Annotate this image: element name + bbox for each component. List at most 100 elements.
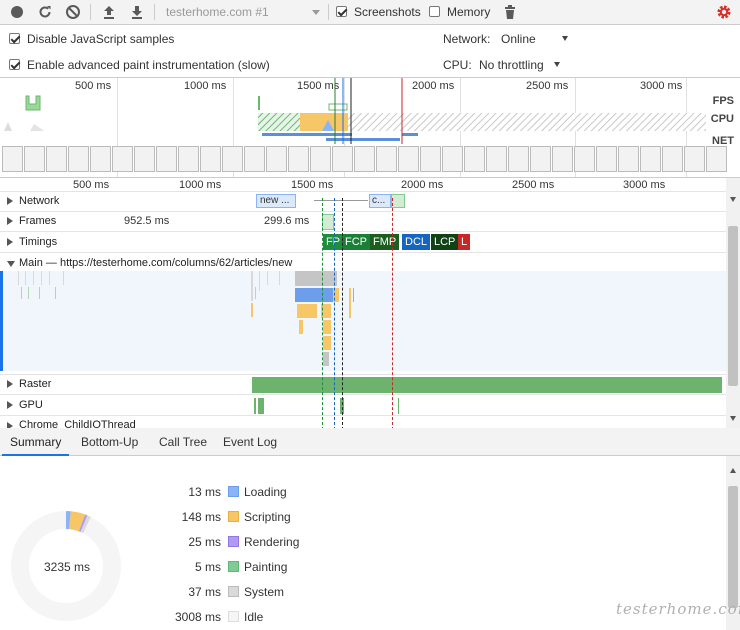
screenshot-thumbnail[interactable] [618,146,639,172]
screenshot-thumbnail[interactable] [178,146,199,172]
loading-label: Loading [244,485,287,499]
screenshot-thumbnail[interactable] [24,146,45,172]
recording-select[interactable]: testerhome.com #1 [162,3,326,21]
trash-icon[interactable] [502,4,518,20]
screenshots-checkbox[interactable] [336,6,347,17]
main-thread-track[interactable]: Main — https://testerhome.com/columns/62… [0,253,726,375]
screenshot-thumbnail[interactable] [442,146,463,172]
timings-track-label: Timings [19,236,58,248]
timings-track[interactable]: Timings FP FCP FMP DCL LCP L [0,232,726,253]
collapse-arrow-icon[interactable] [7,261,15,267]
screenshot-thumbnail[interactable] [2,146,23,172]
expand-arrow-icon[interactable] [7,401,13,409]
screenshot-thumbnail[interactable] [530,146,551,172]
timing-marker-load[interactable]: L [458,234,471,250]
screenshot-thumbnail[interactable] [662,146,683,172]
timing-marker-fcp[interactable]: FCP [342,234,370,250]
screenshot-thumbnail[interactable] [486,146,507,172]
screenshot-thumbnail[interactable] [574,146,595,172]
load-marker-line [392,198,393,428]
timing-marker-dcl[interactable]: DCL [402,234,431,250]
watermark: testerhome.com [616,600,740,618]
screenshot-thumbnail[interactable] [706,146,727,172]
screenshot-thumbnail[interactable] [640,146,661,172]
frames-track[interactable]: Frames 952.5 ms 299.6 ms [0,212,726,232]
screenshot-thumbnail[interactable] [46,146,67,172]
tab-call-tree[interactable]: Call Tree [151,428,215,456]
timeline-overview[interactable]: 500 ms 1000 ms 1500 ms 2000 ms 2500 ms 3… [0,78,740,178]
scrollbar-thumb[interactable] [728,486,738,608]
screenshot-thumbnail[interactable] [112,146,133,172]
screenshot-thumbnail[interactable] [288,146,309,172]
cpu-throttle-label: CPU: [443,58,472,72]
gpu-track[interactable]: GPU [0,395,726,416]
screenshot-filmstrip[interactable]: (function(){ var s = document.currentScr… [2,144,727,174]
flame-tick-label: 2000 ms [401,179,444,191]
frame-duration: 299.6 ms [264,215,310,227]
tab-event-log[interactable]: Event Log [215,428,285,456]
frame-block[interactable] [322,214,334,230]
tab-summary[interactable]: Summary [2,428,70,456]
flame-chart[interactable]: 500 ms 1000 ms 1500 ms 2000 ms 2500 ms 3… [0,178,740,428]
disable-js-samples-checkbox[interactable] [9,33,20,44]
screenshot-thumbnail[interactable] [310,146,331,172]
gpu-activity-bar[interactable] [258,398,264,414]
network-track[interactable]: Network new ... c... [0,192,726,212]
frame-duration: 952.5 ms [124,215,170,227]
network-request-bar[interactable]: new ... [256,194,296,208]
screenshot-thumbnail[interactable] [90,146,111,172]
gpu-activity-bar[interactable] [254,398,256,414]
screenshot-thumbnail[interactable] [376,146,397,172]
gpu-activity-bar[interactable] [398,398,399,414]
scrollbar-thumb[interactable] [728,226,738,386]
network-throttle-value: Online [501,32,536,46]
main-thread-flamegraph[interactable] [3,271,726,371]
expand-arrow-icon[interactable] [7,238,13,246]
record-icon[interactable] [9,4,25,20]
cpu-throttle-select[interactable]: No throttling [475,55,567,73]
flame-chart-scrollbar[interactable] [726,178,740,428]
timing-marker-lcp[interactable]: LCP [431,234,459,250]
recording-select-value: testerhome.com #1 [166,5,269,19]
screenshot-thumbnail[interactable] [596,146,617,172]
scroll-down-arrow-icon[interactable] [730,197,736,202]
child-io-thread-track[interactable]: Chrome_ChildIOThread [0,416,726,428]
chevron-down-icon [312,10,320,15]
screenshot-thumbnail[interactable] [244,146,265,172]
scripting-label: Scripting [244,510,291,524]
raster-track[interactable]: Raster [0,375,726,395]
network-request-bar[interactable] [391,194,405,208]
screenshot-thumbnail[interactable] [684,146,705,172]
load-profile-icon[interactable] [101,4,117,20]
advanced-paint-checkbox[interactable] [9,59,20,70]
reload-record-icon[interactable] [37,4,53,20]
network-throttle-select[interactable]: Online [497,29,573,47]
screenshot-thumbnail[interactable] [398,146,419,172]
screenshot-thumbnail[interactable] [420,146,441,172]
expand-arrow-icon[interactable] [7,217,13,225]
save-profile-icon[interactable] [129,4,145,20]
expand-arrow-icon[interactable] [7,197,13,205]
screenshot-thumbnail[interactable] [332,146,353,172]
screenshot-thumbnail[interactable] [222,146,243,172]
expand-arrow-icon[interactable] [7,380,13,388]
screenshot-thumbnail[interactable] [508,146,529,172]
screenshot-thumbnail[interactable] [134,146,155,172]
screenshot-thumbnail[interactable] [156,146,177,172]
scroll-up-arrow-icon[interactable] [730,468,736,473]
flame-tick-label: 2500 ms [512,179,555,191]
screenshot-thumbnail[interactable] [552,146,573,172]
clear-icon[interactable] [65,4,81,20]
network-request-bar[interactable]: c... [369,194,391,208]
screenshot-thumbnail[interactable] [200,146,221,172]
timing-marker-fmp[interactable]: FMP [370,234,400,250]
gpu-track-label: GPU [19,399,43,411]
screenshot-thumbnail[interactable] [266,146,287,172]
memory-checkbox[interactable] [429,6,440,17]
screenshot-thumbnail[interactable] [354,146,375,172]
scroll-down-arrow-icon[interactable] [730,416,736,421]
tab-bottom-up[interactable]: Bottom-Up [73,428,146,456]
gear-icon[interactable] [716,4,732,20]
screenshot-thumbnail[interactable] [464,146,485,172]
screenshot-thumbnail[interactable] [68,146,89,172]
